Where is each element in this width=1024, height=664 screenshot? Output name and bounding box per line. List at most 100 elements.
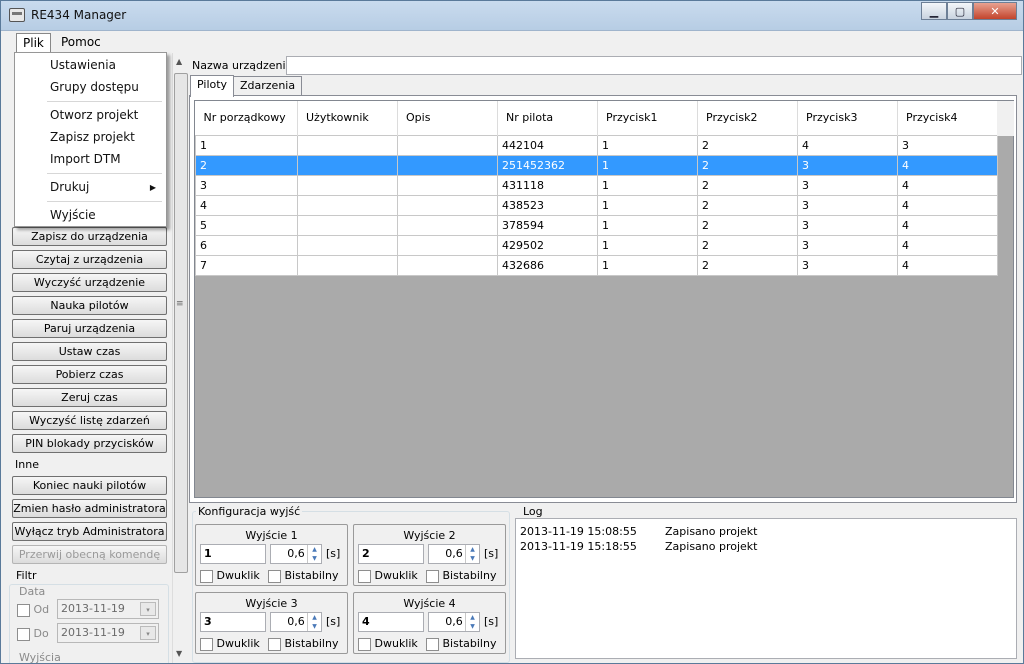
column-header[interactable]: Opis <box>397 101 498 135</box>
table-cell[interactable]: 1 <box>597 254 698 276</box>
output-number-field[interactable]: 4 <box>358 612 424 632</box>
table-cell[interactable]: 442104 <box>497 134 598 156</box>
bistable-option[interactable]: Bistabilny <box>426 569 496 583</box>
table-cell[interactable]: 431118 <box>497 174 598 196</box>
table-cell[interactable]: 4 <box>797 134 898 156</box>
column-header[interactable]: Nr porządkowy <box>195 101 298 135</box>
bistable-checkbox[interactable] <box>426 569 439 583</box>
table-cell[interactable]: 3 <box>797 154 898 176</box>
menu-item-print[interactable]: Drukuj ▶ <box>50 180 166 194</box>
table-cell[interactable]: 3 <box>897 134 998 156</box>
abort-command-button[interactable]: Przerwij obecną komendę <box>12 545 167 564</box>
table-cell[interactable] <box>397 194 498 216</box>
table-cell[interactable]: 432686 <box>497 254 598 276</box>
table-cell[interactable]: 2 <box>697 134 798 156</box>
menu-item-access-groups[interactable]: Grupy dostępu <box>50 80 139 94</box>
double-click-option[interactable]: Dwuklik <box>358 637 418 651</box>
spinner-icon[interactable]: ▲ ▼ <box>465 545 479 563</box>
table-cell[interactable] <box>297 234 398 256</box>
learn-remotes-button[interactable]: Nauka pilotów <box>12 296 167 315</box>
table-cell[interactable] <box>397 154 498 176</box>
table-cell[interactable] <box>397 234 498 256</box>
table-cell[interactable]: 2 <box>697 234 798 256</box>
scroll-down-icon[interactable]: ▼ <box>176 649 182 658</box>
column-header[interactable]: Przycisk2 <box>697 101 798 135</box>
calendar-dropdown-icon[interactable]: ▾ <box>140 602 156 616</box>
to-checkbox[interactable] <box>17 627 30 641</box>
table-cell[interactable]: 2 <box>697 214 798 236</box>
table-row[interactable]: 3 431118 1 2 3 4 <box>195 174 998 196</box>
clear-events-button[interactable]: Wyczyść listę zdarzeń <box>12 411 167 430</box>
table-cell[interactable] <box>397 134 498 156</box>
disable-admin-mode-button[interactable]: Wyłącz tryb Administratora <box>12 522 167 541</box>
table-cell[interactable] <box>297 214 398 236</box>
table-cell[interactable]: 4 <box>897 214 998 236</box>
double-click-checkbox[interactable] <box>358 569 371 583</box>
column-header[interactable]: Przycisk4 <box>897 101 998 135</box>
menu-help[interactable]: Pomoc <box>55 33 107 53</box>
from-checkbox[interactable] <box>17 603 30 617</box>
column-header[interactable]: Przycisk1 <box>597 101 698 135</box>
table-row[interactable]: 2 251452362 1 2 3 4 <box>195 154 998 176</box>
from-date-picker[interactable]: 2013-11-19 ▾ <box>57 599 159 619</box>
table-cell[interactable]: 2 <box>697 154 798 176</box>
scroll-up-icon[interactable]: ▲ <box>176 57 182 66</box>
calendar-dropdown-icon[interactable]: ▾ <box>140 626 156 640</box>
table-cell[interactable] <box>297 174 398 196</box>
spinner-icon[interactable]: ▲ ▼ <box>465 613 479 631</box>
menu-item-save-project[interactable]: Zapisz projekt <box>50 130 135 144</box>
to-date-picker[interactable]: 2013-11-19 ▾ <box>57 623 159 643</box>
maximize-button[interactable]: ▢ <box>947 2 973 20</box>
table-cell[interactable]: 5 <box>195 214 298 236</box>
table-cell[interactable]: 6 <box>195 234 298 256</box>
table-cell[interactable] <box>297 194 398 216</box>
table-cell[interactable]: 1 <box>597 234 698 256</box>
read-from-device-button[interactable]: Czytaj z urządzenia <box>12 250 167 269</box>
table-cell[interactable]: 2 <box>697 174 798 196</box>
table-cell[interactable]: 3 <box>797 194 898 216</box>
bistable-option[interactable]: Bistabilny <box>426 637 496 651</box>
table-row[interactable]: 5 378594 1 2 3 4 <box>195 214 998 236</box>
column-header[interactable]: Nr pilota <box>497 101 598 135</box>
table-cell[interactable]: 3 <box>797 234 898 256</box>
output-number-field[interactable]: 1 <box>200 544 266 564</box>
column-header[interactable]: Użytkownik <box>297 101 398 135</box>
table-cell[interactable]: 1 <box>597 214 698 236</box>
output-number-field[interactable]: 3 <box>200 612 266 632</box>
table-cell[interactable]: 4 <box>897 234 998 256</box>
double-click-checkbox[interactable] <box>358 637 371 651</box>
table-cell[interactable] <box>297 154 398 176</box>
table-cell[interactable] <box>397 214 498 236</box>
table-cell[interactable]: 1 <box>597 134 698 156</box>
menu-file[interactable]: Plik <box>16 33 51 53</box>
reset-time-button[interactable]: Zeruj czas <box>12 388 167 407</box>
end-learning-button[interactable]: Koniec nauki pilotów <box>12 476 167 495</box>
spinner-icon[interactable]: ▲ ▼ <box>307 545 321 563</box>
table-cell[interactable]: 1 <box>597 174 698 196</box>
table-row[interactable]: 7 432686 1 2 3 4 <box>195 254 998 276</box>
table-cell[interactable]: 438523 <box>497 194 598 216</box>
table-row[interactable]: 4 438523 1 2 3 4 <box>195 194 998 216</box>
table-cell[interactable] <box>397 254 498 276</box>
double-click-option[interactable]: Dwuklik <box>358 569 418 583</box>
table-cell[interactable]: 3 <box>797 214 898 236</box>
menu-item-settings[interactable]: Ustawienia <box>50 58 116 72</box>
button-lock-pin-button[interactable]: PIN blokady przycisków <box>12 434 167 453</box>
table-cell[interactable]: 2 <box>697 194 798 216</box>
tab-events[interactable]: Zdarzenia <box>233 76 303 96</box>
spinner-icon[interactable]: ▲ ▼ <box>307 613 321 631</box>
table-cell[interactable]: 1 <box>195 134 298 156</box>
close-button[interactable]: ✕ <box>973 2 1017 20</box>
table-cell[interactable]: 1 <box>597 154 698 176</box>
double-click-checkbox[interactable] <box>200 637 213 651</box>
table-cell[interactable]: 378594 <box>497 214 598 236</box>
table-cell[interactable]: 3 <box>797 174 898 196</box>
table-cell[interactable]: 1 <box>597 194 698 216</box>
table-cell[interactable]: 3 <box>195 174 298 196</box>
menu-item-exit[interactable]: Wyjście <box>50 208 96 222</box>
table-cell[interactable]: 4 <box>897 194 998 216</box>
table-cell[interactable]: 2 <box>195 154 298 176</box>
menu-item-import-dtm[interactable]: Import DTM <box>50 152 121 166</box>
left-panel-scrollbar[interactable]: ▲ ≡ ▼ <box>172 53 188 663</box>
bistable-checkbox[interactable] <box>268 637 281 651</box>
